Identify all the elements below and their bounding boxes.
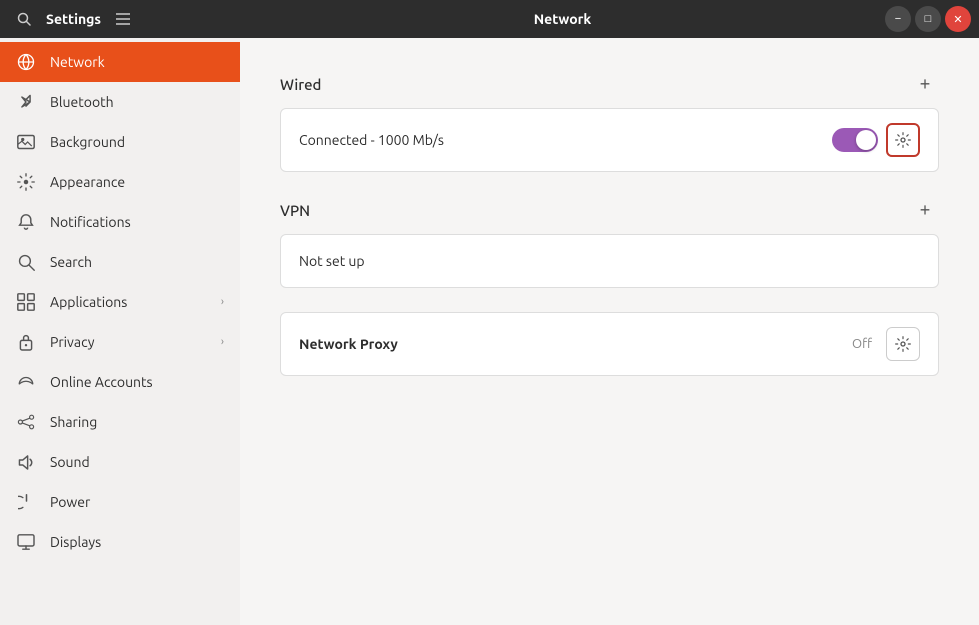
sidebar-item-appearance[interactable]: Appearance	[0, 162, 240, 202]
sidebar-label-applications: Applications	[50, 294, 207, 310]
sidebar-item-bluetooth[interactable]: Bluetooth	[0, 82, 240, 122]
search-button[interactable]	[10, 5, 38, 33]
vpn-add-button[interactable]: +	[911, 196, 939, 224]
sidebar-label-background: Background	[50, 134, 224, 150]
vpn-empty-row: Not set up	[281, 235, 938, 287]
bluetooth-icon	[16, 92, 36, 112]
sidebar-item-search[interactable]: Search	[0, 242, 240, 282]
network-icon	[16, 52, 36, 72]
wired-add-button[interactable]: +	[911, 70, 939, 98]
sidebar-label-sound: Sound	[50, 454, 224, 470]
sidebar-item-applications[interactable]: Applications ›	[0, 282, 240, 322]
titlebar-center: Network	[240, 11, 885, 27]
proxy-row: Network Proxy Off	[281, 313, 938, 375]
privacy-icon	[16, 332, 36, 352]
vpn-title: VPN	[280, 202, 310, 219]
wired-connection-status: Connected - 1000 Mb/s	[299, 132, 832, 148]
maximize-button[interactable]: □	[915, 6, 941, 32]
sidebar-label-network: Network	[50, 54, 224, 70]
appearance-icon	[16, 172, 36, 192]
titlebar-controls: − □ ✕	[885, 6, 979, 32]
sidebar-item-background[interactable]: Background	[0, 122, 240, 162]
vpn-empty-message: Not set up	[299, 253, 920, 269]
sidebar-label-bluetooth: Bluetooth	[50, 94, 224, 110]
privacy-chevron: ›	[221, 336, 224, 348]
minimize-button[interactable]: −	[885, 6, 911, 32]
proxy-settings-button[interactable]	[886, 327, 920, 361]
sidebar-label-power: Power	[50, 494, 224, 510]
proxy-card: Network Proxy Off	[280, 312, 939, 376]
wired-toggle[interactable]	[832, 128, 878, 152]
close-button[interactable]: ✕	[945, 6, 971, 32]
applications-icon	[16, 292, 36, 312]
sidebar-label-displays: Displays	[50, 534, 224, 550]
sidebar-item-network[interactable]: Network	[0, 42, 240, 82]
vpn-section-header: VPN +	[280, 196, 939, 224]
wired-section-header: Wired +	[280, 70, 939, 98]
vpn-card: Not set up	[280, 234, 939, 288]
sidebar-label-online-accounts: Online Accounts	[50, 374, 224, 390]
app-title: Settings	[46, 11, 101, 27]
titlebar-left: Settings	[0, 5, 240, 33]
wired-settings-button[interactable]	[886, 123, 920, 157]
proxy-title: Network Proxy	[299, 336, 852, 352]
menu-button[interactable]	[109, 5, 137, 33]
sidebar-label-sharing: Sharing	[50, 414, 224, 430]
sidebar-item-sound[interactable]: Sound	[0, 442, 240, 482]
sidebar: Network Bluetooth Background	[0, 38, 240, 625]
power-icon	[16, 492, 36, 512]
sidebar-label-search: Search	[50, 254, 224, 270]
wired-connection-row: Connected - 1000 Mb/s	[281, 109, 938, 171]
sidebar-label-notifications: Notifications	[50, 214, 224, 230]
proxy-status: Off	[852, 337, 872, 351]
titlebar: Settings Network − □ ✕	[0, 0, 979, 38]
sidebar-label-appearance: Appearance	[50, 174, 224, 190]
wired-title: Wired	[280, 76, 321, 93]
background-icon	[16, 132, 36, 152]
sharing-icon	[16, 412, 36, 432]
search-icon	[16, 252, 36, 272]
applications-chevron: ›	[221, 296, 224, 308]
sidebar-item-power[interactable]: Power	[0, 482, 240, 522]
page-title: Network	[534, 11, 592, 27]
main-layout: Network Bluetooth Background	[0, 38, 979, 625]
sidebar-item-notifications[interactable]: Notifications	[0, 202, 240, 242]
sidebar-item-displays[interactable]: Displays	[0, 522, 240, 562]
displays-icon	[16, 532, 36, 552]
sound-icon	[16, 452, 36, 472]
proxy-actions: Off	[852, 327, 920, 361]
sidebar-label-privacy: Privacy	[50, 334, 207, 350]
wired-toggle-knob	[856, 130, 876, 150]
sidebar-item-online-accounts[interactable]: Online Accounts	[0, 362, 240, 402]
sidebar-item-sharing[interactable]: Sharing	[0, 402, 240, 442]
notifications-icon	[16, 212, 36, 232]
wired-actions	[832, 123, 920, 157]
sidebar-item-privacy[interactable]: Privacy ›	[0, 322, 240, 362]
wired-card: Connected - 1000 Mb/s	[280, 108, 939, 172]
online-accounts-icon	[16, 372, 36, 392]
content-area: Wired + Connected - 1000 Mb/s	[240, 38, 979, 625]
